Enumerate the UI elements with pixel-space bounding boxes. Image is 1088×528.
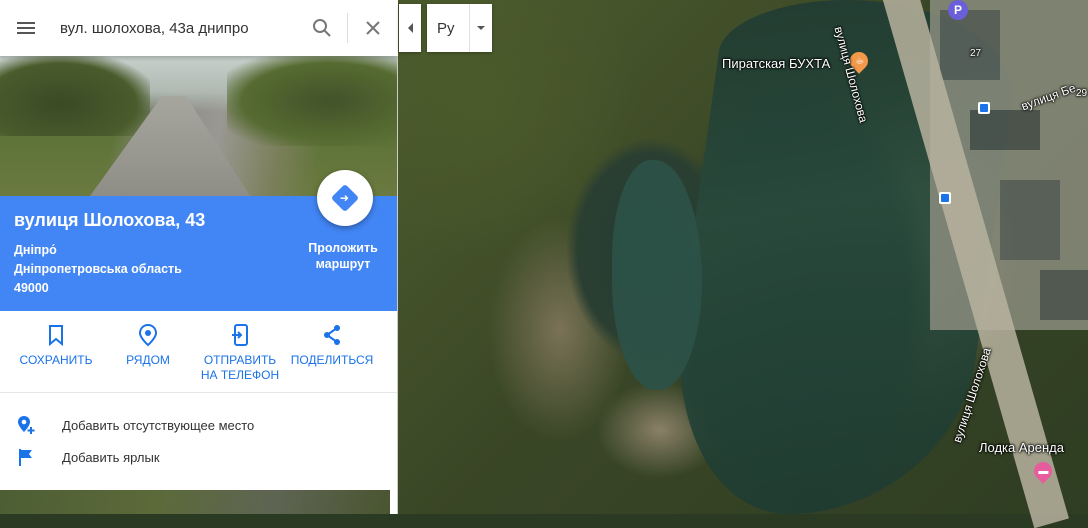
bus-stop-icon[interactable] <box>978 102 990 114</box>
nearby-label: РЯДОМ <box>126 353 170 367</box>
building-number: 29 <box>1076 88 1088 99</box>
add-label-item[interactable]: Добавить ярлык <box>0 441 397 473</box>
lake <box>612 160 702 390</box>
place-postal-code: 49000 <box>14 281 49 295</box>
save-button[interactable]: СОХРАНИТЬ <box>10 323 102 392</box>
menu-icon <box>17 22 35 34</box>
photo-thumbnail[interactable] <box>0 490 390 514</box>
bookmark-icon <box>49 325 63 347</box>
share-icon <box>324 325 340 345</box>
search-box <box>0 0 398 56</box>
send-to-phone-icon <box>232 324 248 346</box>
search-button[interactable] <box>297 0 347 56</box>
nearby-icon <box>138 323 158 347</box>
add-label-label: Добавить ярлык <box>62 449 160 465</box>
place-panel: вулиця Шолохова, 43 Дніпро́ Дніпропетров… <box>0 56 398 514</box>
clear-search-button[interactable] <box>348 0 398 56</box>
poi-label-pirate-bay[interactable]: Пиратская БУХТА <box>722 56 830 71</box>
action-bar: СОХРАНИТЬ РЯДОМ ОТПРАВИТЬ НА ТЕЛЕФОН ПОД… <box>0 311 397 393</box>
directions-label[interactable]: Проложить маршрут <box>305 240 381 272</box>
language-value: Ру <box>437 19 455 37</box>
search-input[interactable] <box>52 8 297 48</box>
add-missing-place-label: Добавить отсутствующее место <box>62 417 255 433</box>
dropdown-arrow-icon <box>470 26 492 30</box>
send-to-phone-button[interactable]: ОТПРАВИТЬ НА ТЕЛЕФОН <box>194 323 286 392</box>
chevron-left-icon <box>407 23 413 33</box>
share-button[interactable]: ПОДЕЛИТЬСЯ <box>286 323 378 392</box>
nearby-button[interactable]: РЯДОМ <box>102 323 194 392</box>
extra-actions: Добавить отсутствующее место Добавить яр… <box>0 393 397 473</box>
language-select[interactable]: Ру <box>427 4 492 52</box>
send-to-phone-label: ОТПРАВИТЬ НА ТЕЛЕФОН <box>200 353 280 382</box>
collapse-panel-button[interactable] <box>399 4 421 52</box>
directions-icon: ➜ <box>330 183 360 213</box>
directions-button[interactable]: ➜ <box>317 170 373 226</box>
add-missing-place-item[interactable]: Добавить отсутствующее место <box>0 409 397 441</box>
add-place-icon <box>18 416 35 434</box>
search-icon <box>313 19 331 37</box>
poi-label-boat-rental[interactable]: Лодка Аренда <box>979 440 1064 455</box>
close-icon <box>366 21 380 35</box>
menu-button[interactable] <box>0 0 52 56</box>
flag-icon <box>19 449 32 466</box>
parking-icon[interactable]: P <box>948 0 968 20</box>
place-info: вулиця Шолохова, 43 Дніпро́ Дніпропетров… <box>0 170 397 311</box>
save-label: СОХРАНИТЬ <box>19 353 93 367</box>
share-label: ПОДЕЛИТЬСЯ <box>290 353 374 367</box>
bus-stop-icon[interactable] <box>939 192 951 204</box>
building-number: 27 <box>970 48 982 59</box>
